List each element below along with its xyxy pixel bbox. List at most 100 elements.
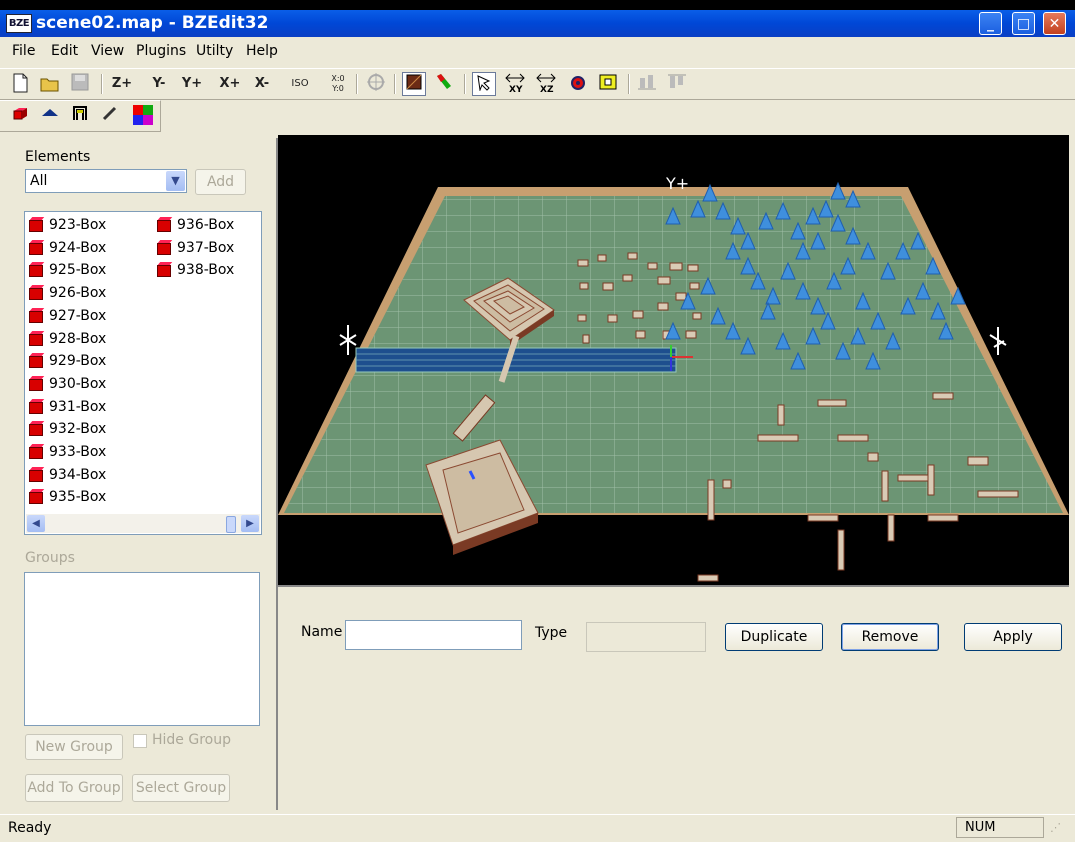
scene-box	[722, 479, 732, 489]
add-to-group-button[interactable]: Add To Group	[25, 774, 123, 802]
3d-viewport[interactable]: Y+	[278, 135, 1069, 585]
scene-box	[622, 274, 633, 282]
status-text: Ready	[8, 820, 52, 836]
remove-button[interactable]: Remove	[841, 623, 939, 651]
pyramid-tool-icon[interactable]	[38, 104, 62, 128]
scene-box	[817, 399, 847, 407]
box-icon	[157, 220, 171, 232]
scene-box	[897, 474, 929, 482]
list-item-label: 937-Box	[177, 239, 235, 256]
list-item-label: 928-Box	[49, 330, 107, 347]
teleporter-tool-icon[interactable]	[68, 104, 92, 128]
elements-filter-value: All	[30, 173, 48, 189]
scroll-right-icon[interactable]: ▶	[241, 515, 259, 532]
scene-box	[707, 479, 715, 521]
select-arrow-icon[interactable]	[472, 72, 496, 96]
elements-list[interactable]: 923-Box 924-Box 925-Box 926-Box 927-Box 928-B…	[24, 211, 262, 535]
elements-label: Elements	[25, 149, 91, 165]
type-label: Type	[535, 625, 568, 641]
menu-view[interactable]: View	[91, 43, 124, 59]
box-tool-icon[interactable]	[8, 104, 32, 128]
x-minus-button[interactable]: X-	[248, 72, 276, 96]
scene-box	[977, 490, 1019, 498]
color-pencil-icon[interactable]	[432, 72, 456, 96]
apply-button[interactable]: Apply	[964, 623, 1062, 651]
scene-box	[632, 310, 644, 319]
minimize-button[interactable]: _	[979, 12, 1002, 35]
scene-box	[669, 262, 683, 271]
new-group-button[interactable]: New Group	[25, 734, 123, 760]
properties-panel: Name Type Duplicate Remove Apply	[278, 585, 1069, 812]
scene-box	[577, 259, 589, 267]
align-bottom-icon[interactable]	[635, 72, 659, 96]
scene-box	[647, 262, 658, 270]
align-top-icon[interactable]	[665, 72, 689, 96]
list-item-label: 938-Box	[177, 262, 235, 279]
box-icon	[29, 378, 43, 391]
toolbar-separator	[628, 74, 630, 94]
resize-grip-icon[interactable]: ⋰	[1050, 821, 1064, 835]
box-icon	[29, 333, 43, 346]
scale-icon[interactable]	[596, 72, 620, 96]
status-panel-num: NUM	[956, 817, 1044, 838]
scene-box	[967, 456, 989, 466]
scene-box	[635, 330, 646, 339]
scene-box	[757, 434, 799, 442]
box-icon	[29, 310, 43, 323]
scrollbar-thumb[interactable]	[226, 516, 236, 533]
main-toolbar: Z+ Y- Y+ X+ X- ISO X:0 Y:0 XY XZ	[0, 68, 1075, 100]
close-button[interactable]: ✕	[1043, 12, 1066, 35]
menu-file[interactable]: File	[12, 43, 35, 59]
menu-edit[interactable]: Edit	[51, 43, 78, 59]
chevron-down-icon[interactable]: ▼	[166, 171, 185, 191]
texture-toggle-icon[interactable]	[402, 72, 426, 96]
name-input[interactable]	[345, 620, 522, 650]
select-group-button[interactable]: Select Group	[132, 774, 230, 802]
scene-box	[657, 276, 671, 285]
horizontal-scrollbar[interactable]: ◀ ▶	[26, 514, 260, 533]
box-icon	[29, 424, 43, 437]
hide-group-checkbox[interactable]	[133, 734, 147, 748]
scene-box	[867, 452, 879, 462]
menu-help[interactable]: Help	[246, 43, 278, 59]
open-folder-icon[interactable]	[38, 72, 62, 96]
rotate-icon[interactable]	[566, 72, 590, 96]
target-icon[interactable]	[364, 72, 388, 96]
duplicate-button[interactable]: Duplicate	[725, 623, 823, 651]
box-icon	[29, 469, 43, 482]
y-plus-button[interactable]: Y+	[178, 72, 206, 96]
app-icon: BZE	[6, 14, 32, 33]
box-icon	[29, 492, 43, 505]
scene-box	[597, 254, 607, 262]
base-tool-icon[interactable]	[131, 104, 155, 128]
window-title: scene02.map - BZEdit32	[36, 13, 269, 33]
add-element-button[interactable]: Add	[195, 169, 246, 195]
axis-y-plus-label: Y+	[665, 174, 689, 193]
box-icon	[29, 242, 43, 255]
reset-xy-button[interactable]: X:0 Y:0	[325, 72, 351, 96]
move-xy-icon[interactable]: XY	[503, 72, 527, 96]
elements-filter-select[interactable]: All ▼	[25, 169, 187, 193]
x-plus-button[interactable]: X+	[216, 72, 244, 96]
scene-box	[777, 404, 785, 426]
y-minus-button[interactable]: Y-	[145, 72, 173, 96]
scene-box	[607, 314, 618, 323]
app-window: BZE scene02.map - BZEdit32 _ □ ✕ File Ed…	[0, 10, 1075, 842]
new-file-icon[interactable]	[8, 72, 32, 96]
iso-button[interactable]: ISO	[287, 72, 313, 96]
scroll-left-icon[interactable]: ◀	[27, 515, 45, 532]
menu-utility[interactable]: Utilty	[196, 43, 233, 59]
title-bar[interactable]: BZE scene02.map - BZEdit32 _ □ ✕	[0, 10, 1075, 37]
list-item-label: 930-Box	[49, 375, 107, 392]
menu-plugins[interactable]: Plugins	[136, 43, 186, 59]
num-lock-indicator: NUM	[965, 820, 996, 835]
move-xz-icon[interactable]: XZ	[534, 72, 558, 96]
maximize-button[interactable]: □	[1012, 12, 1035, 35]
link-tool-icon[interactable]	[98, 104, 122, 128]
groups-list[interactable]	[24, 572, 260, 726]
save-icon[interactable]	[68, 72, 92, 96]
scene-box	[687, 264, 699, 272]
z-plus-button[interactable]: Z+	[108, 72, 136, 96]
list-item-label: 935-Box	[49, 489, 107, 506]
list-item-label: 927-Box	[49, 307, 107, 324]
